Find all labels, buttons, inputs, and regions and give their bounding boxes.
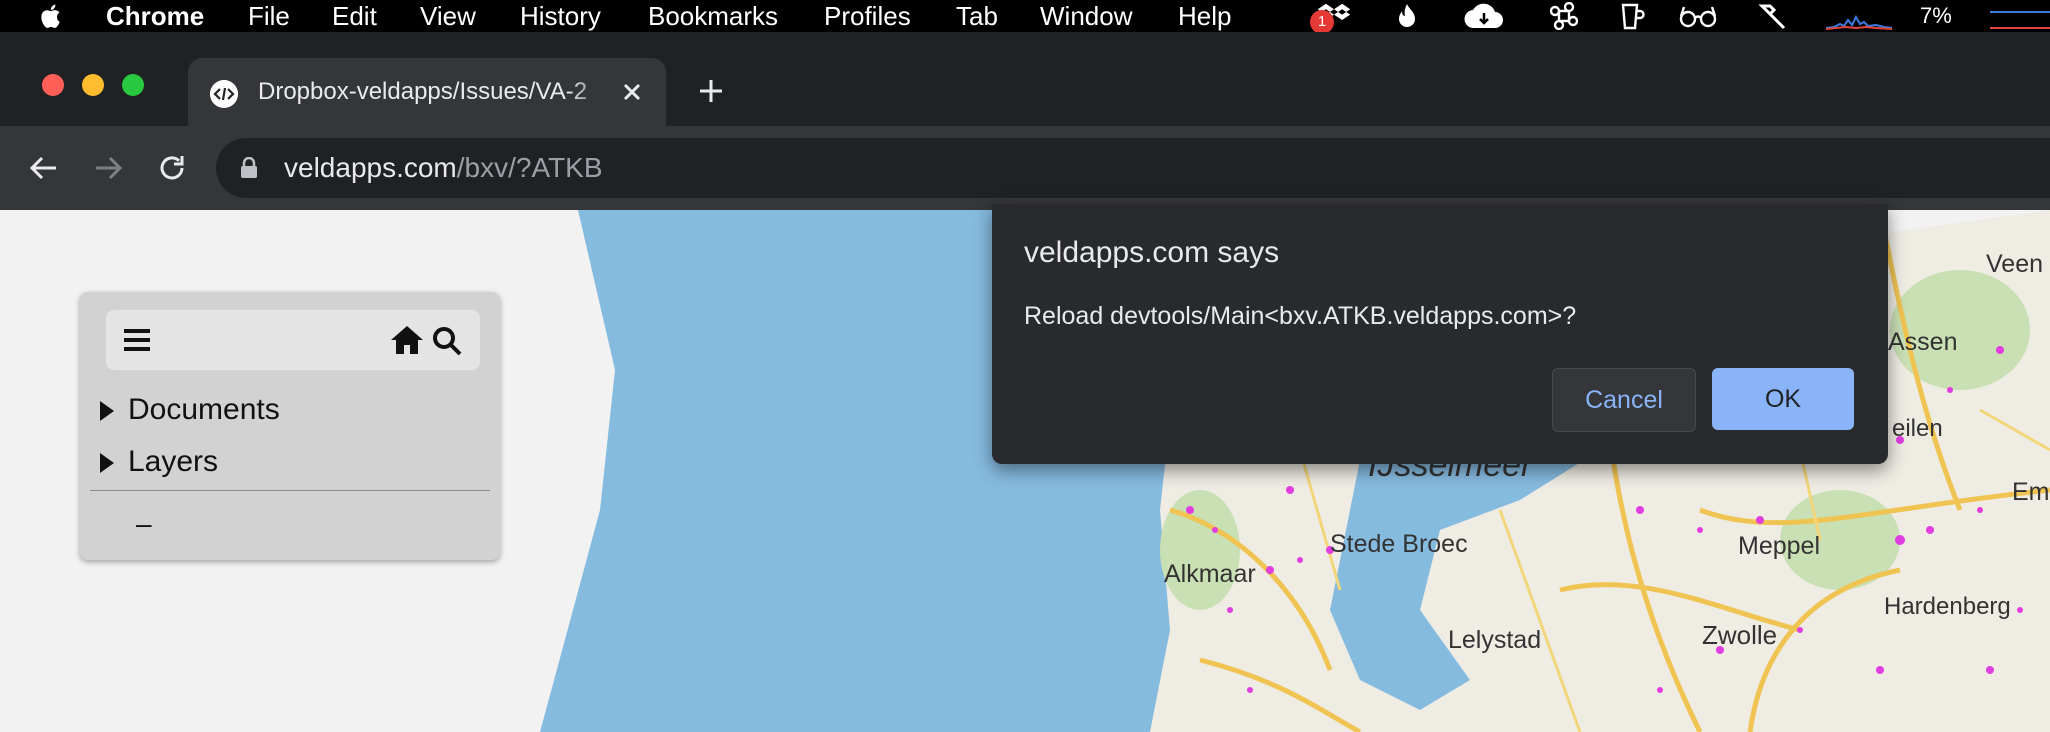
browser-toolbar: veldapps.com/bxv/?ATKB [0, 126, 2050, 210]
map-label-lelystad: Lelystad [1448, 626, 1541, 654]
url-text[interactable]: veldapps.com/bxv/?ATKB [284, 138, 603, 198]
menu-tab[interactable]: Tab [956, 0, 998, 32]
map-label-meppel: Meppel [1738, 532, 1820, 560]
coffee-cup-icon[interactable] [1618, 2, 1646, 30]
code-favicon-icon [210, 80, 238, 108]
back-arrow-icon[interactable] [26, 150, 62, 186]
cloud-sync-icon[interactable] [1462, 2, 1506, 30]
tree-item-label: Layers [128, 445, 219, 478]
layer-panel: Documents Layers – [80, 292, 500, 560]
lock-icon[interactable] [240, 157, 258, 179]
menu-app-name[interactable]: Chrome [106, 0, 204, 32]
map-label-zwolle: Zwolle [1702, 620, 1777, 650]
map-label-assen: Assen [1888, 328, 1957, 356]
browser-tab-strip: Dropbox-veldapps/Issues/VA-2 [0, 32, 2050, 126]
menu-file[interactable]: File [248, 0, 290, 32]
ok-button[interactable]: OK [1712, 368, 1854, 430]
glasses-icon[interactable] [1678, 2, 1718, 30]
cancel-button[interactable]: Cancel [1552, 368, 1696, 432]
network-activity-graph-icon [1826, 14, 1892, 30]
dialog-message: Reload devtools/Main<bxv.ATKB.veldapps.c… [1024, 302, 1577, 330]
menu-bookmarks[interactable]: Bookmarks [648, 0, 778, 32]
reload-icon[interactable] [154, 150, 190, 186]
dialog-title: veldapps.com says [1024, 236, 1280, 269]
panel-toolbar [106, 310, 480, 370]
url-path: /bxv/?ATKB [456, 152, 603, 183]
map-label-alkmaar: Alkmaar [1164, 560, 1256, 588]
reload-confirm-dialog: veldapps.com says Reload devtools/Main<b… [992, 204, 1888, 464]
tree-item-documents[interactable]: Documents [100, 390, 280, 430]
menu-profiles[interactable]: Profiles [824, 0, 911, 32]
hammer-icon[interactable] [1756, 2, 1788, 30]
window-close-button[interactable] [42, 74, 64, 96]
new-tab-icon[interactable] [696, 76, 726, 106]
tab-title-fade [568, 64, 618, 124]
window-zoom-button[interactable] [122, 74, 144, 96]
dropbox-notification-badge: 1 [1310, 10, 1334, 34]
forward-arrow-icon[interactable] [90, 150, 126, 186]
expand-triangle-icon[interactable] [100, 453, 114, 474]
menu-view[interactable]: View [420, 0, 476, 32]
menu-edit[interactable]: Edit [332, 0, 377, 32]
menu-window[interactable]: Window [1040, 0, 1132, 32]
hamburger-menu-icon[interactable] [122, 326, 152, 354]
window-minimize-button[interactable] [82, 74, 104, 96]
tree-item-label: Documents [128, 393, 280, 426]
menu-help[interactable]: Help [1178, 0, 1231, 32]
expand-triangle-icon[interactable] [100, 401, 114, 422]
tab-active[interactable]: Dropbox-veldapps/Issues/VA-2 [188, 58, 666, 126]
search-icon[interactable] [432, 326, 462, 356]
home-icon[interactable] [390, 324, 424, 356]
url-host: veldapps.com [284, 152, 457, 183]
cpu-graph-icon [1990, 11, 2050, 29]
tab-close-icon[interactable] [618, 78, 646, 106]
map-label-hardenberg: Hardenberg [1884, 593, 2011, 620]
tree-item-layers[interactable]: Layers [100, 442, 218, 482]
menu-history[interactable]: History [520, 0, 601, 32]
battery-percentage[interactable]: 7% [1920, 0, 1952, 32]
flame-icon[interactable] [1394, 2, 1420, 30]
panel-footer-text: – [136, 508, 152, 539]
command-key-icon[interactable] [1550, 2, 1578, 30]
tab-title: Dropbox-veldapps/Issues/VA-2 [258, 78, 588, 105]
map-label-em: Em [2012, 478, 2050, 506]
macos-menu-bar: Chrome File Edit View History Bookmarks … [0, 0, 2050, 34]
panel-divider [90, 490, 490, 491]
map-label-stede-broec: Stede Broec [1330, 530, 1468, 558]
map-label-veen: Veen [1986, 250, 2043, 278]
map-label-eilen: eilen [1892, 415, 1943, 442]
address-bar[interactable]: veldapps.com/bxv/?ATKB [216, 138, 2050, 198]
apple-logo-icon[interactable] [40, 2, 64, 30]
